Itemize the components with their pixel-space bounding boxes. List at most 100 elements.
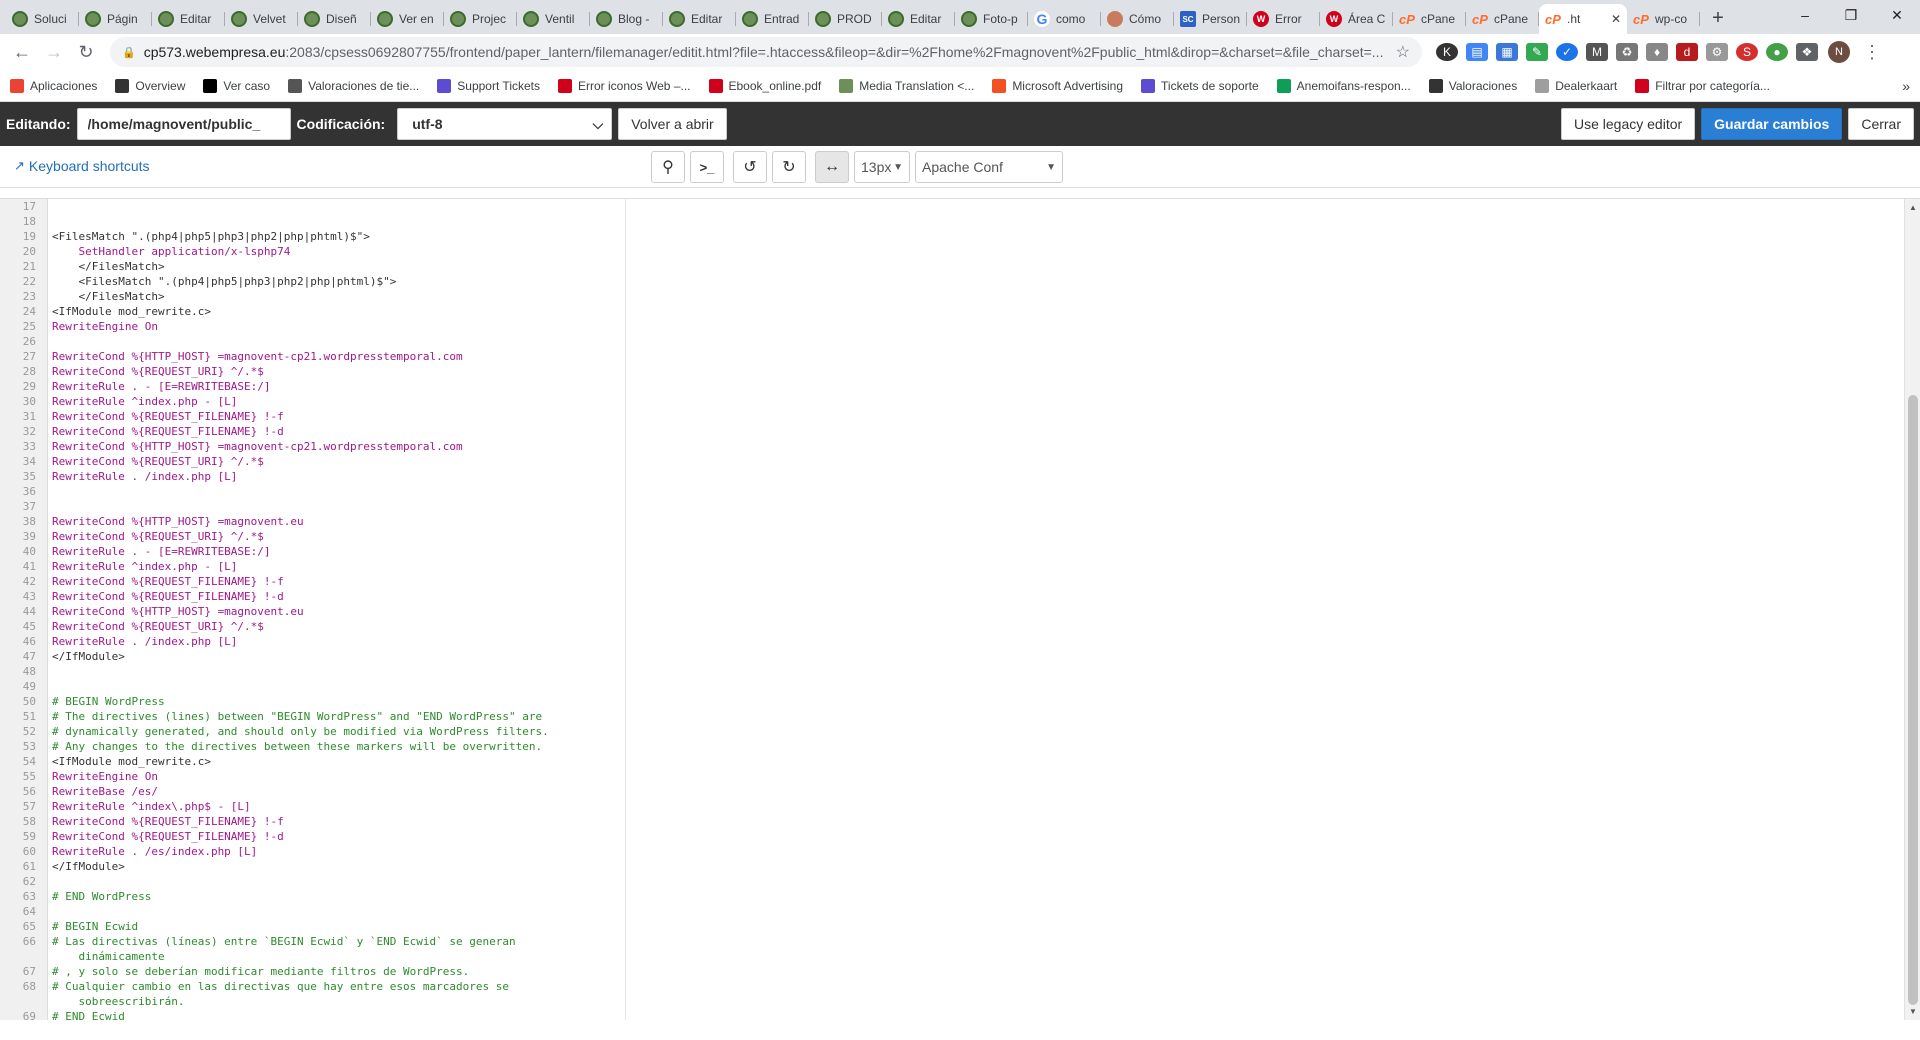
tab[interactable]: Ventil: [517, 4, 590, 34]
tab[interactable]: cP wp-co: [1627, 4, 1700, 34]
tab-label: Ver en: [399, 12, 434, 26]
tab[interactable]: Velvet: [225, 4, 298, 34]
extension-screenshot-icon[interactable]: ▦: [1496, 43, 1518, 61]
close-tab-icon[interactable]: ✕: [1611, 12, 1621, 26]
new-tab-button[interactable]: +: [1704, 4, 1732, 32]
tab[interactable]: Editar: [663, 4, 736, 34]
vertical-scrollbar[interactable]: ▲ ▼: [1904, 199, 1920, 1020]
tab[interactable]: Editar: [882, 4, 955, 34]
extension-translate-icon[interactable]: ▤: [1466, 43, 1488, 61]
tab[interactable]: W Área C: [1320, 4, 1393, 34]
address-bar[interactable]: 🔒 cp573.webempresa.eu:2083/cpsess0692807…: [110, 37, 1422, 67]
bookmark-item[interactable]: Dealerkaart: [1535, 78, 1617, 93]
code-line: 29 RewriteRule . - [E=REWRITEBASE:/]: [0, 379, 1904, 394]
tab[interactable]: Entrad: [736, 4, 809, 34]
bookmark-item[interactable]: Ebook_online.pdf: [708, 78, 821, 93]
file-path-input[interactable]: [76, 108, 291, 140]
reload-icon[interactable]: ↻: [72, 38, 100, 66]
extension-k-icon[interactable]: K: [1436, 43, 1458, 61]
bookmark-item[interactable]: Valoraciones de tie...: [288, 78, 419, 93]
tab[interactable]: Gcomo: [1028, 4, 1101, 34]
extension-s-icon[interactable]: S: [1736, 43, 1758, 61]
bookmark-item[interactable]: Aplicaciones: [10, 78, 97, 93]
encoding-select[interactable]: utf-8 ⌵: [397, 108, 613, 140]
bookmark-item[interactable]: Tickets de soporte: [1141, 78, 1259, 93]
tab[interactable]: Blog -: [590, 4, 663, 34]
bookmark-item[interactable]: Ver caso: [203, 78, 270, 93]
keyboard-shortcuts-link[interactable]: ↗ Keyboard shortcuts: [14, 158, 150, 174]
tab[interactable]: Editar: [152, 4, 225, 34]
bookmark-favicon-icon: [839, 78, 854, 93]
bookmark-favicon-icon: [10, 78, 24, 93]
save-changes-button[interactable]: Guardar cambios: [1701, 108, 1843, 140]
bookmark-item[interactable]: Overview: [115, 78, 185, 93]
tab[interactable]: PROD: [809, 4, 882, 34]
wrap-toggle-button[interactable]: ↔: [815, 151, 849, 183]
bookmark-item[interactable]: Media Translation <...: [839, 78, 974, 93]
legacy-editor-button[interactable]: Use legacy editor: [1561, 108, 1696, 140]
extension-tag-icon[interactable]: ♦: [1646, 43, 1668, 61]
tab[interactable]: Ver en: [371, 4, 444, 34]
tab[interactable]: Págin: [79, 4, 152, 34]
bookmark-star-icon[interactable]: ☆: [1396, 42, 1410, 62]
tab[interactable]: Projec: [444, 4, 517, 34]
tab[interactable]: Diseñ: [298, 4, 371, 34]
profile-avatar[interactable]: N: [1828, 41, 1850, 63]
extension-gear-icon[interactable]: ⚙: [1706, 43, 1728, 61]
syntax-mode-select[interactable]: Apache Conf ▼: [915, 151, 1063, 183]
bookmark-item[interactable]: Support Tickets: [437, 78, 540, 93]
bookmark-item[interactable]: Valoraciones: [1428, 78, 1517, 93]
tab[interactable]: Cómo: [1101, 4, 1174, 34]
editor-header: Editando: Codificación: utf-8 ⌵ Volver a…: [0, 102, 1920, 146]
redo-button[interactable]: ↻: [772, 151, 806, 183]
font-size-select[interactable]: 13px ▼: [854, 151, 910, 183]
close-button[interactable]: Cerrar: [1848, 108, 1914, 140]
bookmark-favicon-icon: [288, 78, 303, 93]
scrollbar-thumb[interactable]: [1908, 395, 1918, 1005]
extension-check-icon[interactable]: ✓: [1556, 43, 1578, 61]
address-url[interactable]: cp573.webempresa.eu:2083/cpsess069280775…: [144, 44, 1396, 60]
forward-icon[interactable]: →: [40, 38, 68, 66]
tab[interactable]: Soluci: [6, 4, 79, 34]
line-number: 52: [22, 725, 36, 738]
tab[interactable]: W Error: [1247, 4, 1320, 34]
external-link-icon: ↗: [14, 158, 25, 173]
close-window-icon[interactable]: ✕: [1874, 0, 1920, 30]
bookmark-item[interactable]: Error iconos Web –...: [558, 78, 691, 93]
wordpress-icon: [158, 11, 174, 27]
lock-icon[interactable]: 🔒: [122, 46, 136, 59]
tab-active[interactable]: cP .ht ✕: [1539, 4, 1627, 34]
bookmark-item[interactable]: Filtrar por categoría...: [1635, 78, 1770, 93]
goto-line-button[interactable]: >_: [690, 151, 724, 183]
extension-desc-icon[interactable]: d: [1676, 43, 1698, 61]
tab[interactable]: SC Person: [1174, 4, 1247, 34]
menu-kebab-icon[interactable]: ⋮: [1858, 38, 1886, 66]
scroll-down-icon[interactable]: ▼: [1909, 1007, 1917, 1016]
undo-button[interactable]: ↺: [733, 151, 767, 183]
back-icon[interactable]: ←: [8, 38, 36, 66]
tab-label: Soluci: [34, 12, 67, 26]
restore-icon[interactable]: ❐: [1828, 0, 1874, 30]
code-editor[interactable]: 17 18 19 <FilesMatch ".(php4|php5|php3|php2…: [0, 198, 1920, 1020]
cpanel-icon: cP: [1472, 11, 1488, 27]
scroll-up-icon[interactable]: ▲: [1909, 203, 1917, 212]
minimize-icon[interactable]: –: [1782, 0, 1828, 30]
bookmark-item[interactable]: Microsoft Advertising: [992, 78, 1123, 93]
reopen-button[interactable]: Volver a abrir: [618, 108, 727, 140]
line-number: 37: [22, 500, 36, 513]
tab[interactable]: Foto-p: [955, 4, 1028, 34]
bookmarks-overflow-icon[interactable]: »: [1902, 78, 1910, 94]
search-button[interactable]: ⚲: [651, 151, 685, 183]
extension-mail-icon[interactable]: M: [1586, 43, 1608, 61]
extension-tools-icon[interactable]: ✎: [1526, 43, 1548, 61]
tab[interactable]: cP cPane: [1466, 4, 1539, 34]
extensions-puzzle-icon[interactable]: ❖: [1796, 43, 1818, 61]
code-line: 65 # BEGIN Ecwid: [0, 919, 1904, 934]
code-content[interactable]: 17 18 19 <FilesMatch ".(php4|php5|php3|php2…: [0, 199, 1904, 1020]
bookmark-item[interactable]: Anemoifans-respon...: [1276, 78, 1411, 93]
line-text: SetHandler application/x-lsphp74: [52, 245, 291, 258]
search-icon: ⚲: [662, 159, 674, 176]
extension-green-icon[interactable]: ●: [1766, 43, 1788, 61]
tab[interactable]: cP cPane: [1393, 4, 1466, 34]
extension-recycle-icon[interactable]: ♻: [1616, 43, 1638, 61]
